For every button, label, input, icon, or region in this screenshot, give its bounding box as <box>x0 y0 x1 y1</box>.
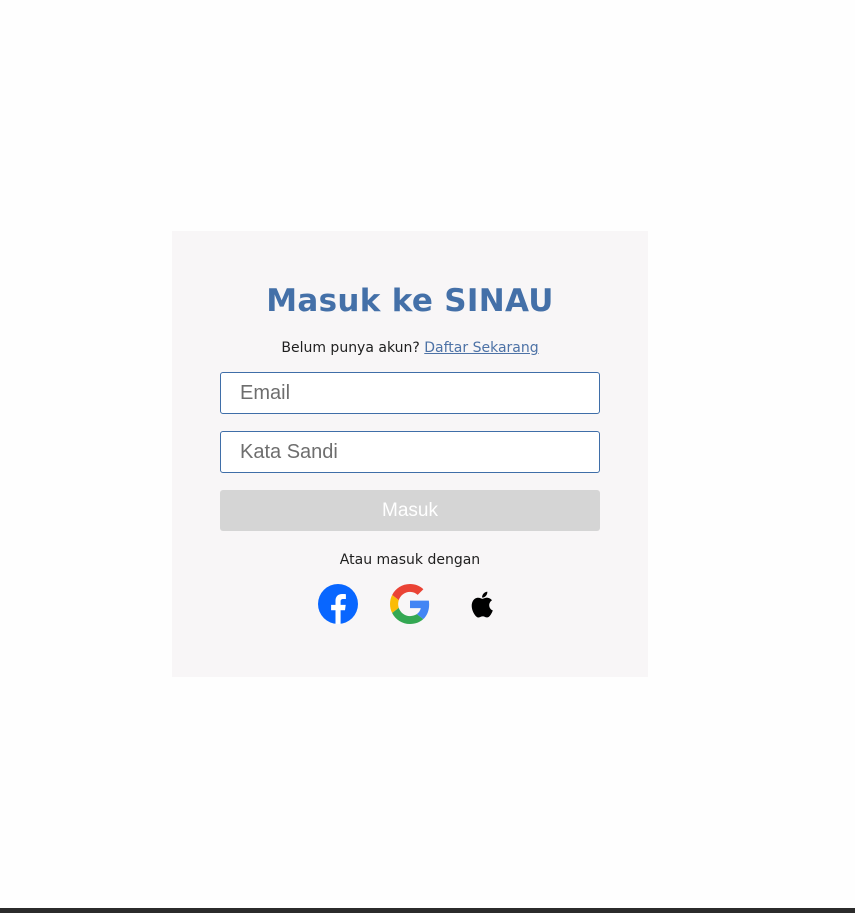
bottom-bar <box>0 908 855 913</box>
google-login-button[interactable] <box>390 584 430 624</box>
apple-login-button[interactable] <box>462 584 502 624</box>
signup-prompt-text: Belum punya akun? <box>281 340 420 356</box>
facebook-login-button[interactable] <box>318 584 358 624</box>
page: Masuk ke SINAU Belum punya akun? Daftar … <box>0 0 855 913</box>
signup-prompt-line: Belum punya akun? Daftar Sekarang <box>0 338 820 358</box>
title-container: Masuk ke SINAU <box>0 280 820 322</box>
email-field[interactable] <box>220 372 600 414</box>
facebook-icon <box>318 584 358 624</box>
submit-button[interactable]: Masuk <box>220 490 600 531</box>
alt-login-text: Atau masuk dengan <box>339 552 481 568</box>
apple-icon <box>471 591 493 618</box>
google-icon <box>390 584 430 624</box>
password-field[interactable] <box>220 431 600 473</box>
signup-link[interactable]: Daftar Sekarang <box>424 340 538 356</box>
page-title: Masuk ke SINAU <box>266 283 554 319</box>
